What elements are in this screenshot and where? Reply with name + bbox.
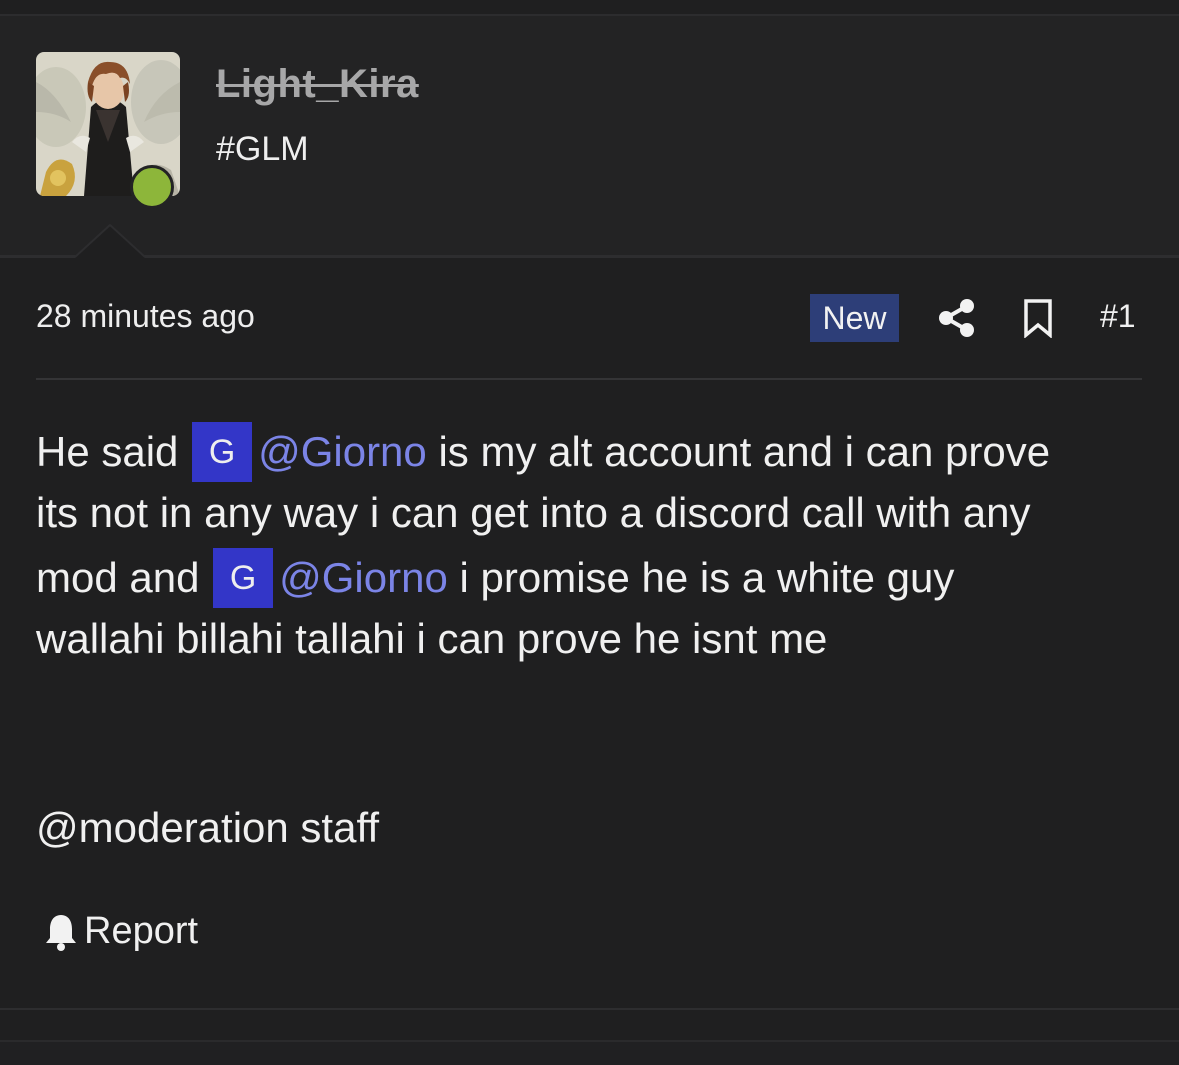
new-badge: New bbox=[810, 294, 899, 342]
post-body-line: @moderation staff bbox=[36, 804, 380, 851]
post-divider bbox=[36, 378, 1142, 380]
post-timestamp[interactable]: 28 minutes ago bbox=[36, 298, 255, 335]
next-post-divider bbox=[0, 1040, 1179, 1042]
post-text: He said bbox=[36, 428, 179, 476]
post-text: is my alt account and i can prove bbox=[438, 428, 1051, 476]
online-status-indicator bbox=[130, 165, 174, 209]
post-number-link[interactable]: #1 bbox=[1100, 298, 1136, 335]
username[interactable]: Light_Kira bbox=[216, 62, 419, 107]
user-mention-link[interactable]: @Giorno bbox=[279, 554, 448, 601]
user-mention-link[interactable]: @Giorno bbox=[258, 428, 427, 475]
mention-avatar[interactable]: G bbox=[213, 548, 274, 608]
report-button[interactable]: Report bbox=[44, 910, 198, 953]
mention-avatar[interactable]: G bbox=[192, 422, 253, 482]
post-body-line: He said G @Giorno is my alt account and i… bbox=[36, 422, 1051, 485]
header-divider bbox=[0, 255, 1179, 258]
user-title: #GLM bbox=[216, 130, 309, 168]
header-pointer-arrow bbox=[75, 224, 145, 258]
post-text: mod and bbox=[36, 554, 200, 602]
post-body-line: wallahi billahi tallahi i can prove he i… bbox=[36, 615, 828, 662]
bell-icon bbox=[46, 914, 76, 951]
bottom-divider bbox=[0, 1008, 1179, 1010]
post-body-line: mod and G @Giorno i promise he is a white… bbox=[36, 548, 955, 611]
post-text: i promise he is a white guy bbox=[459, 554, 955, 602]
next-post-strip bbox=[0, 1040, 1179, 1065]
share-icon[interactable] bbox=[938, 298, 976, 338]
post-body-line: its not in any way i can get into a disc… bbox=[36, 489, 1031, 536]
report-label: Report bbox=[84, 910, 199, 952]
bookmark-icon[interactable] bbox=[1022, 298, 1054, 338]
